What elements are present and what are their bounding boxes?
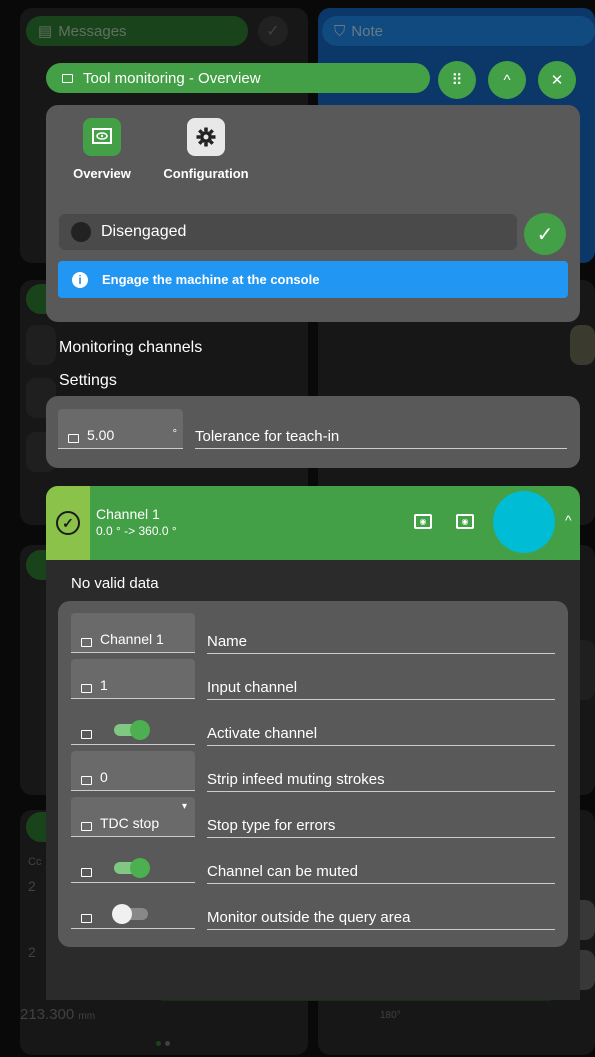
chevron-up-icon: ^ — [503, 71, 511, 89]
apps-icon: ⠿ — [451, 72, 463, 89]
check-circle-icon: ✓ — [56, 511, 80, 535]
activate-channel-toggle[interactable] — [114, 720, 150, 740]
tolerance-value: 5.00 — [87, 427, 115, 443]
collapse-button[interactable]: ^ — [488, 61, 526, 99]
can-be-muted-row — [71, 843, 195, 883]
window-title-bar[interactable]: Tool monitoring - Overview — [46, 63, 430, 93]
channel-check[interactable]: ✓ — [46, 486, 90, 560]
muting-strokes-label: Strip infeed muting strokes — [207, 771, 555, 792]
channel-name: Channel 1 — [96, 506, 160, 522]
field-icon — [81, 868, 92, 877]
toggle-knob — [130, 720, 150, 740]
activate-channel-label: Activate channel — [207, 725, 555, 746]
name-label: Name — [207, 633, 555, 654]
info-text: Engage the machine at the console — [102, 272, 320, 287]
chevron-up-icon[interactable]: ^ — [565, 512, 572, 528]
can-be-muted-label: Channel can be muted — [207, 863, 555, 884]
muting-strokes-value: 0 — [100, 769, 108, 785]
dropdown-caret-icon: ▾ — [181, 801, 187, 812]
tolerance-unit: ° — [172, 428, 177, 440]
status-indicator — [71, 222, 91, 242]
field-icon — [81, 776, 92, 785]
gear-icon — [187, 118, 225, 156]
section-monitoring-channels[interactable]: Monitoring channels — [59, 339, 202, 357]
section-settings[interactable]: Settings — [59, 372, 117, 390]
field-icon — [81, 914, 92, 923]
channel-range: 0.0 ° -> 360.0 ° — [96, 524, 177, 538]
close-button[interactable]: ✕ — [538, 61, 576, 99]
close-icon: ✕ — [550, 72, 564, 89]
channel-header[interactable]: ✓ Channel 1 0.0 ° -> 360.0 ° ◉ ◉ ^ — [46, 486, 580, 560]
tolerance-input[interactable]: 5.00 ° — [58, 409, 183, 449]
info-banner: i Engage the machine at the console — [58, 261, 568, 298]
toggle-knob — [130, 858, 150, 878]
muting-strokes-input[interactable]: 0 — [71, 751, 195, 791]
stop-type-value: TDC stop — [100, 815, 160, 831]
overview-icon — [83, 118, 121, 156]
input-channel-input[interactable]: 1 — [71, 659, 195, 699]
field-icon — [68, 434, 79, 443]
app-label-overview: Overview — [73, 166, 131, 181]
window-title: Tool monitoring - Overview — [83, 69, 261, 87]
app-label-configuration: Configuration — [163, 166, 249, 181]
channel-settings-icon[interactable]: ◉ — [456, 514, 474, 529]
tolerance-label: Tolerance for teach-in — [195, 428, 567, 449]
check-icon: ✓ — [536, 223, 554, 246]
name-value: Channel 1 — [100, 631, 164, 647]
channel-status-indicator — [493, 491, 555, 553]
confirm-button[interactable]: ✓ — [524, 213, 566, 255]
activate-channel-row — [71, 705, 195, 745]
monitor-outside-row — [71, 889, 195, 929]
no-data-text: No valid data — [71, 575, 159, 592]
name-input[interactable]: Channel 1 — [71, 613, 195, 653]
app-root: ▤ Messages ✓ ⛉ Note Cc 2 2 213.300 mm 18… — [0, 0, 595, 1057]
field-icon — [81, 730, 92, 739]
can-be-muted-toggle[interactable] — [114, 858, 150, 878]
stop-type-select[interactable]: TDC stop ▾ — [71, 797, 195, 837]
input-channel-label: Input channel — [207, 679, 555, 700]
field-icon — [81, 684, 92, 693]
channel-view-icon[interactable]: ◉ — [414, 514, 432, 529]
monitor-outside-toggle[interactable] — [112, 904, 148, 924]
info-icon: i — [72, 271, 88, 288]
toggle-knob — [112, 904, 132, 924]
monitor-icon — [62, 73, 73, 83]
field-icon — [81, 638, 92, 647]
machine-status: Disengaged — [59, 214, 517, 250]
monitor-outside-label: Monitor outside the query area — [207, 909, 555, 930]
field-icon — [81, 822, 92, 831]
stop-type-label: Stop type for errors — [207, 817, 555, 838]
input-channel-value: 1 — [100, 677, 108, 693]
app-tile-configuration[interactable]: Configuration — [160, 118, 252, 181]
status-label: Disengaged — [101, 223, 187, 240]
apps-button[interactable]: ⠿ — [438, 61, 476, 99]
app-tile-overview[interactable]: Overview — [56, 118, 148, 181]
